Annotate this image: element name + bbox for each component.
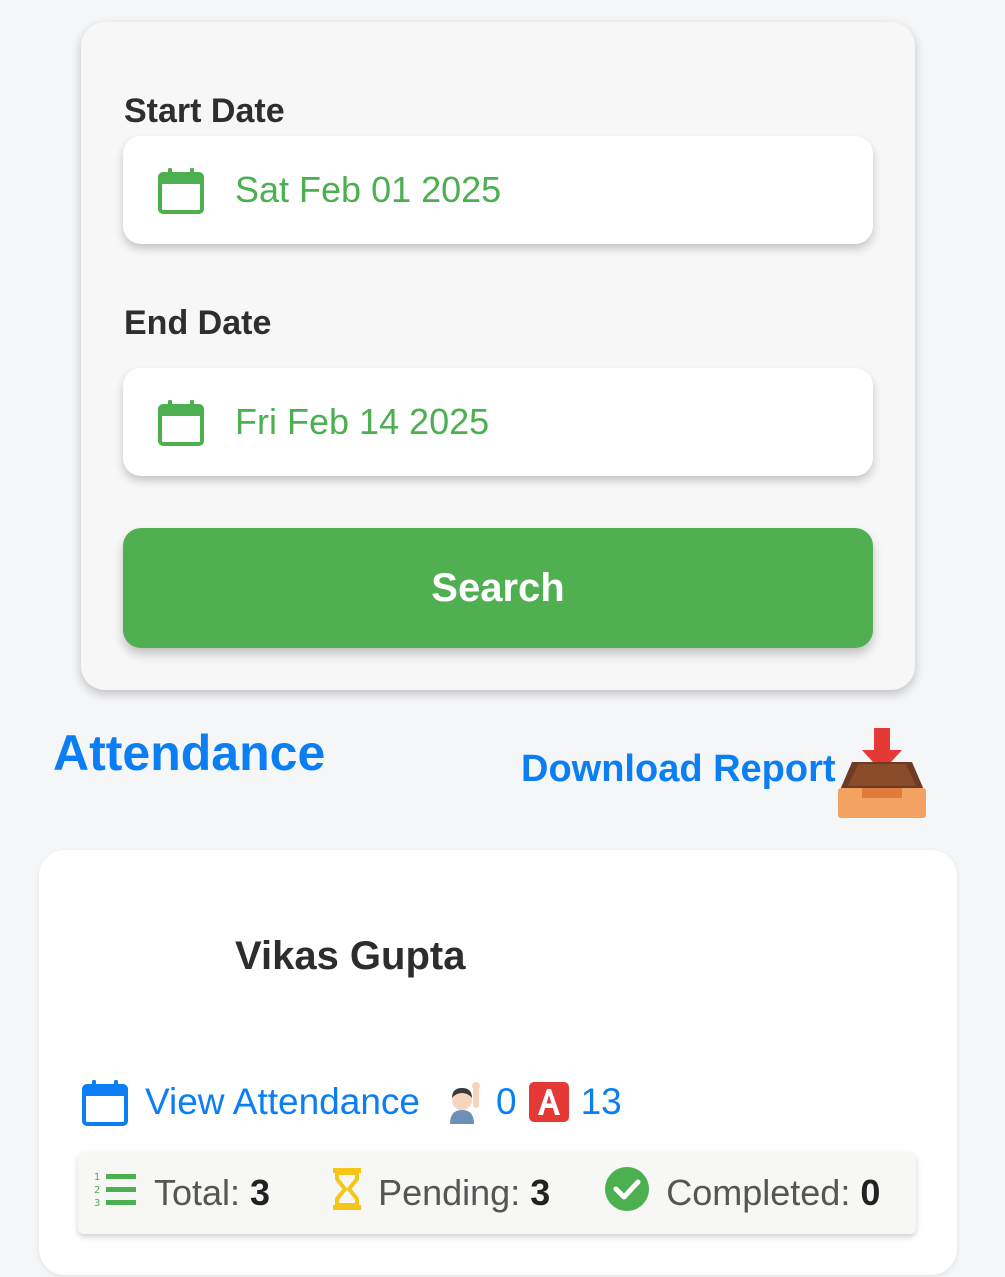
start-date-label: Start Date (124, 92, 285, 130)
stat-pending-label: Pending: (378, 1172, 521, 1213)
download-report-link[interactable]: Download Report (521, 748, 836, 791)
svg-text:1: 1 (94, 1172, 100, 1183)
inbox-tray-icon[interactable] (836, 726, 928, 820)
stat-pending: Pending: 3 (332, 1167, 550, 1220)
calendar-icon (81, 1077, 129, 1127)
svg-text:2: 2 (94, 1185, 100, 1196)
task-stats-bar: 1 2 3 Total: 3 Pending: 3 Completed: 0 (78, 1152, 916, 1234)
view-attendance-label: View Attendance (145, 1081, 420, 1122)
date-filter-card: Start Date Sat Feb 01 2025 End Date Fri … (81, 22, 915, 690)
letter-a-badge-icon (528, 1082, 569, 1122)
hourglass-icon (332, 1167, 362, 1220)
search-button[interactable]: Search (123, 528, 873, 648)
check-circle-icon (604, 1166, 650, 1221)
numbered-list-icon: 1 2 3 (94, 1169, 138, 1218)
stat-pending-value: 3 (530, 1172, 551, 1213)
start-date-value: Sat Feb 01 2025 (235, 169, 502, 210)
attendance-heading: Attendance (53, 725, 326, 781)
stat-total: 1 2 3 Total: 3 (94, 1169, 270, 1218)
calendar-icon (157, 397, 205, 447)
attendance-summary-row: View Attendance 0 13 (81, 1076, 622, 1128)
view-attendance-link[interactable]: View Attendance (81, 1077, 420, 1127)
stat-completed-label: Completed: (666, 1172, 851, 1213)
absent-count: 13 (580, 1081, 622, 1122)
end-date-value: Fri Feb 14 2025 (235, 401, 490, 442)
stat-completed-value: 0 (860, 1172, 881, 1213)
start-date-field[interactable]: Sat Feb 01 2025 (123, 136, 873, 244)
svg-text:3: 3 (94, 1198, 100, 1209)
end-date-label: End Date (124, 304, 272, 342)
calendar-icon (157, 165, 205, 215)
stat-completed: Completed: 0 (604, 1166, 880, 1221)
stat-total-value: 3 (250, 1172, 271, 1213)
stat-total-label: Total: (154, 1172, 241, 1213)
employee-card: Vikas Gupta View Attendance 0 13 1 2 3 T… (39, 850, 957, 1275)
person-raising-hand-icon (440, 1080, 484, 1124)
employee-name: Vikas Gupta (235, 934, 466, 978)
end-date-field[interactable]: Fri Feb 14 2025 (123, 368, 873, 476)
present-count: 0 (495, 1081, 517, 1122)
